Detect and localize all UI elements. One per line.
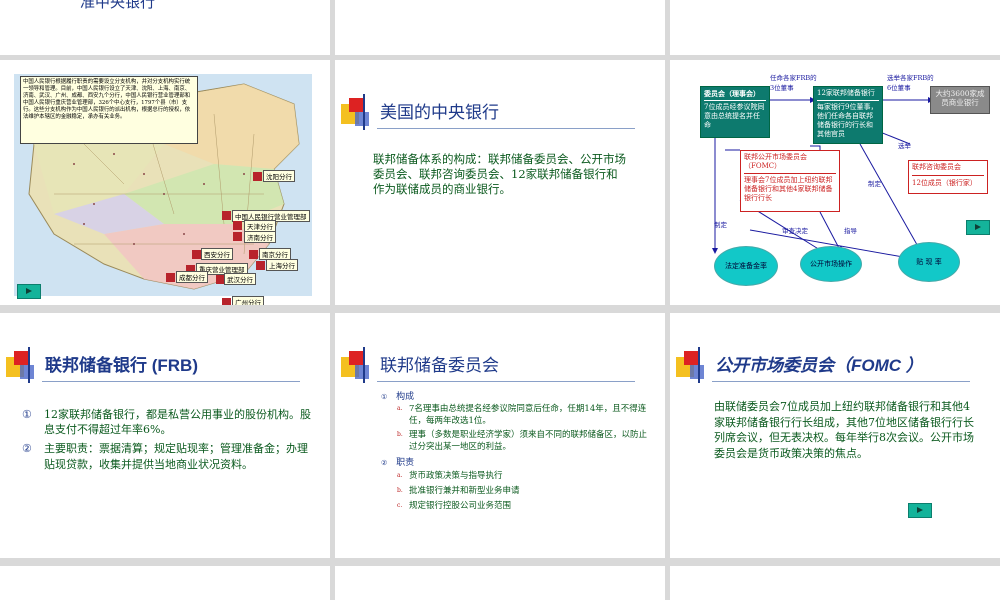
slide-title: 公开市场委员会（FOMC ） xyxy=(715,356,923,375)
frb-item-text: 12家联邦储备银行，都是私营公用事业的股份机构。股息支付不得超过年率6%。 xyxy=(44,408,311,436)
member-banks-box[interactable]: 大约3600家成员商业银行 xyxy=(930,86,990,114)
section-label: 构成 xyxy=(396,392,415,402)
board-box[interactable]: 委员会（理事会） 7位成员经参议院同意由总统提名并任命 xyxy=(700,86,770,138)
bullet: ① xyxy=(22,408,32,421)
branch-marker-chengdu xyxy=(166,273,175,282)
item-text: 货币政策决策与指导执行 xyxy=(409,471,503,481)
frb-box[interactable]: 12家联邦储备银行 每家银行9位董事，他们任命各自联邦储备银行的行长和其他官员 xyxy=(813,86,883,144)
slide-body: 联邦储备体系的构成：联邦储备委员会、公开市场委员会、联邦咨询委员会、12家联邦储… xyxy=(373,152,626,196)
partial-title: 准中央银行 xyxy=(80,0,156,11)
member-banks-label: 大约3600家成员商业银行 xyxy=(935,89,985,107)
branch-chengdu: 成都分行 xyxy=(176,271,208,283)
slide-frb[interactable]: 联邦储备银行 (FRB) ① 12家联邦储备银行，都是私营公用事业的股份机构。股… xyxy=(0,313,330,558)
slide-fed-board[interactable]: 联邦储备委员会 ① 构成 a. 7名理事由总统提名经参议院同意后任命，任期14年… xyxy=(335,313,665,558)
label-set-1: 制定 xyxy=(714,221,727,229)
slide-top-right[interactable] xyxy=(670,0,1000,55)
frb-item-text: 主要职责：票据清算；规定贴现率；管理准备金；办理贴现贷款，收集并提供当地商业状况… xyxy=(44,442,308,471)
title-rule xyxy=(42,381,300,382)
bullet: ② xyxy=(381,459,388,467)
branch-marker-shenyang xyxy=(253,172,262,181)
item-text: 7名理事由总统提名经参议院同意后任命，任期14年，且不得连任，每两年改选1位。 xyxy=(409,404,647,426)
branch-marker-nanjing xyxy=(249,250,258,259)
bullet: ① xyxy=(381,393,388,401)
next-slide-button[interactable] xyxy=(966,220,990,235)
duty-item-b: b. 批准银行兼并和新型业务申请 xyxy=(397,485,520,497)
slide-body: 由联储委员会7位成员加上纽约联邦储备银行和其他4家联邦储备银行行长组成，其他7位… xyxy=(714,400,974,460)
section-composition: ① 构成 xyxy=(381,389,414,402)
branch-guangzhou: 广州分行 xyxy=(232,296,264,305)
composition-item-a: a. 7名理事由总统提名经参议院同意后任命，任期14年，且不得连任，每两年改选1… xyxy=(397,403,647,427)
node-reserve-ratio[interactable]: 法定准备金率 xyxy=(714,246,778,286)
title-rule xyxy=(377,128,635,129)
board-body: 7位成员经参议院同意由总统提名并任命 xyxy=(704,103,765,129)
title-rule xyxy=(377,381,635,382)
fomc-box[interactable]: 联邦公开市场委员会（FOMC） 理事会7位成员加上纽约联邦储备银行和其他4家联邦… xyxy=(740,150,840,212)
advisory-title: 联邦咨询委员会 xyxy=(912,163,961,171)
frb-item-1: ① 12家联邦储备银行，都是私营公用事业的股份机构。股息支付不得超过年率6%。 xyxy=(22,407,314,437)
slide-bottom-right[interactable] xyxy=(670,566,1000,600)
section-label: 职责 xyxy=(396,458,415,468)
node-open-market[interactable]: 公开市场操作 xyxy=(800,246,862,282)
advisory-box[interactable]: 联邦咨询委员会 12位成员（银行家） xyxy=(908,160,988,194)
item-text: 规定银行控股公司业务范围 xyxy=(409,501,512,511)
node-discount-rate[interactable]: 贴 现 率 xyxy=(898,242,960,282)
branch-shenyang: 沈阳分行 xyxy=(263,170,295,182)
branch-marker-xian xyxy=(192,250,201,259)
fomc-body: 理事会7位成员加上纽约联邦储备银行和其他4家联邦储备银行行长 xyxy=(744,176,833,202)
branch-xian: 西安分行 xyxy=(201,248,233,260)
slide-us-central-bank[interactable]: 美国的中央银行 联邦储备体系的构成：联邦储备委员会、公开市场委员会、联邦咨询委员… xyxy=(335,60,665,305)
advisory-body: 12位成员（银行家） xyxy=(912,179,977,187)
label-elect-6: 选举各家FRB的6位董事 xyxy=(887,74,934,92)
map-description: 中国人民银行根据履行职责的需要设立分支机构，并对分支机构实行统一领导和管理。目前… xyxy=(20,76,198,144)
slide-title: 联邦储备委员会 xyxy=(380,356,499,375)
slide-fed-org-chart[interactable]: 委员会（理事会） 7位成员经参议院同意由总统提名并任命 12家联邦储备银行 每家… xyxy=(670,60,1000,305)
item-text: 理事（多数是职业经济学家）须来自不同的联邦储备区，以防止过分突出某一地区的利益。 xyxy=(409,430,648,452)
branch-marker-jinan xyxy=(233,232,242,241)
bullet: ② xyxy=(22,442,32,455)
slide-title: 美国的中央银行 xyxy=(380,103,499,122)
label-elect: 选举 xyxy=(898,142,911,150)
board-title: 委员会（理事会） xyxy=(704,89,760,98)
section-duties: ② 职责 xyxy=(381,455,414,468)
composition-item-b: b. 理事（多数是职业经济学家）须来自不同的联邦储备区，以防止过分突出某一地区的… xyxy=(397,429,647,453)
slide-bottom-left[interactable] xyxy=(0,566,330,600)
branch-wuhan: 武汉分行 xyxy=(224,273,256,285)
slide-branch-map[interactable]: 中国人民银行根据履行职责的需要设立分支机构，并对分支机构实行统一领导和管理。目前… xyxy=(0,60,330,305)
slide-bottom-middle[interactable] xyxy=(335,566,665,600)
duty-item-a: a. 货币政策决策与指导执行 xyxy=(397,470,503,482)
title-decoration-icon xyxy=(676,347,716,383)
branch-marker-guangzhou xyxy=(222,298,231,305)
slide-top-left[interactable]: 准中央银行 xyxy=(0,0,330,55)
label-appoint-3: 任命各家FRB的3位董事 xyxy=(770,74,817,92)
bullet: b. xyxy=(397,431,403,438)
title-rule xyxy=(712,381,970,382)
label-review: 审查决定 xyxy=(782,227,808,235)
item-text: 批准银行兼并和新型业务申请 xyxy=(409,486,520,496)
slide-top-middle[interactable] xyxy=(335,0,665,55)
bullet: c. xyxy=(397,502,403,509)
frb-item-2: ② 主要职责：票据清算；规定贴现率；管理准备金；办理贴现贷款，收集并提供当地商业… xyxy=(22,441,314,473)
fomc-title: 联邦公开市场委员会（FOMC） xyxy=(744,153,807,170)
title-decoration-icon xyxy=(341,94,381,130)
branch-shanghai: 上海分行 xyxy=(266,259,298,271)
slide-fomc[interactable]: 公开市场委员会（FOMC ） 由联储委员会7位成员加上纽约联邦储备银行和其他4家… xyxy=(670,313,1000,558)
branch-marker-shanghai xyxy=(256,261,265,270)
title-decoration-icon xyxy=(6,347,46,383)
bullet: b. xyxy=(397,487,403,494)
branch-marker-tianjin xyxy=(233,221,242,230)
label-set-2: 制定 xyxy=(868,180,881,188)
duty-item-c: c. 规定银行控股公司业务范围 xyxy=(397,500,511,512)
title-decoration-icon xyxy=(341,347,381,383)
branch-jinan: 济南分行 xyxy=(244,231,276,243)
frb-body: 每家银行9位董事，他们任命各自联邦储备银行的行长和其他官员 xyxy=(817,103,878,138)
branch-marker-beijing xyxy=(222,211,231,220)
bullet: a. xyxy=(397,405,403,412)
label-guide: 指导 xyxy=(844,227,857,235)
frb-title: 12家联邦储备银行 xyxy=(817,89,875,97)
bullet: a. xyxy=(397,472,403,479)
next-slide-button[interactable] xyxy=(908,503,932,518)
next-slide-button[interactable] xyxy=(17,284,41,299)
slide-title: 联邦储备银行 (FRB) xyxy=(45,356,198,375)
